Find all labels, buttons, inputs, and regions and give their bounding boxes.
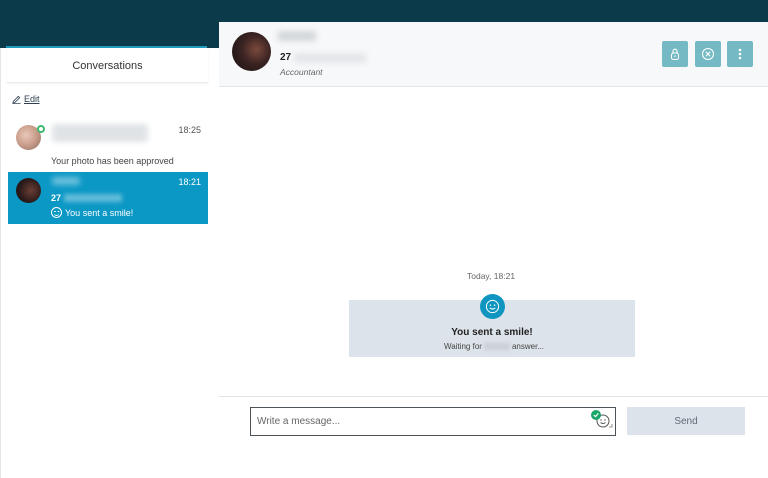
avatar[interactable] [232, 32, 271, 71]
conversation-time: 18:25 [178, 125, 201, 135]
conversation-preview: Your photo has been approved [51, 156, 174, 166]
conversation-item[interactable]: 18:25 Your photo has been approved [8, 120, 208, 172]
chat-pane: 27 Accountant Today, 18:21 You sent a sm… [219, 22, 768, 478]
conversation-preview-text: Your photo has been approved [51, 156, 174, 166]
system-sub-suffix: answer... [511, 342, 544, 351]
system-message-subtitle: Waiting for answer... [444, 342, 544, 351]
tab-conversations[interactable]: Conversations [7, 49, 208, 83]
edit-label: Edit [24, 94, 40, 104]
system-sub-prefix: Waiting for [444, 342, 482, 351]
conversation-preview-text: You sent a smile! [65, 207, 134, 218]
pencil-icon [12, 95, 21, 104]
header-job: Accountant [280, 67, 323, 77]
compose-divider [219, 396, 768, 397]
blurred-name [52, 124, 148, 142]
blurred-location [64, 194, 122, 202]
header-age: 27 [280, 52, 292, 63]
block-icon [701, 47, 715, 61]
send-button[interactable]: Send [627, 407, 745, 435]
smile-icon [485, 299, 500, 314]
more-options-button[interactable] [727, 41, 753, 67]
smile-icon [51, 207, 62, 218]
blurred-location [294, 53, 366, 63]
emoji-icon [591, 410, 613, 428]
date-separator: Today, 18:21 [467, 271, 516, 281]
system-message-title: You sent a smile! [451, 327, 533, 338]
smile-badge [480, 294, 505, 319]
conversation-time: 18:21 [178, 177, 201, 187]
conversation-list-pane: Conversations Edit 18:25 Your photo has … [0, 48, 219, 478]
avatar [16, 178, 41, 203]
chat-header: 27 Accountant [219, 22, 768, 87]
conversation-item-active[interactable]: 18:21 27 You sent a smile! [8, 172, 208, 224]
blurred-name [52, 177, 80, 185]
blurred-name [278, 31, 316, 41]
emoji-button[interactable] [589, 408, 613, 430]
edit-link[interactable]: Edit [12, 94, 40, 104]
message-input[interactable] [250, 407, 616, 436]
block-button[interactable] [695, 41, 721, 67]
blurred-name [483, 343, 510, 350]
conversation-preview: You sent a smile! [51, 207, 133, 218]
online-status-dot [37, 125, 45, 133]
more-vertical-icon [738, 48, 742, 60]
conversation-age: 27 [51, 193, 62, 203]
lock-icon [670, 48, 680, 61]
tab-conversations-label: Conversations [72, 59, 143, 72]
lock-button[interactable] [662, 41, 688, 67]
